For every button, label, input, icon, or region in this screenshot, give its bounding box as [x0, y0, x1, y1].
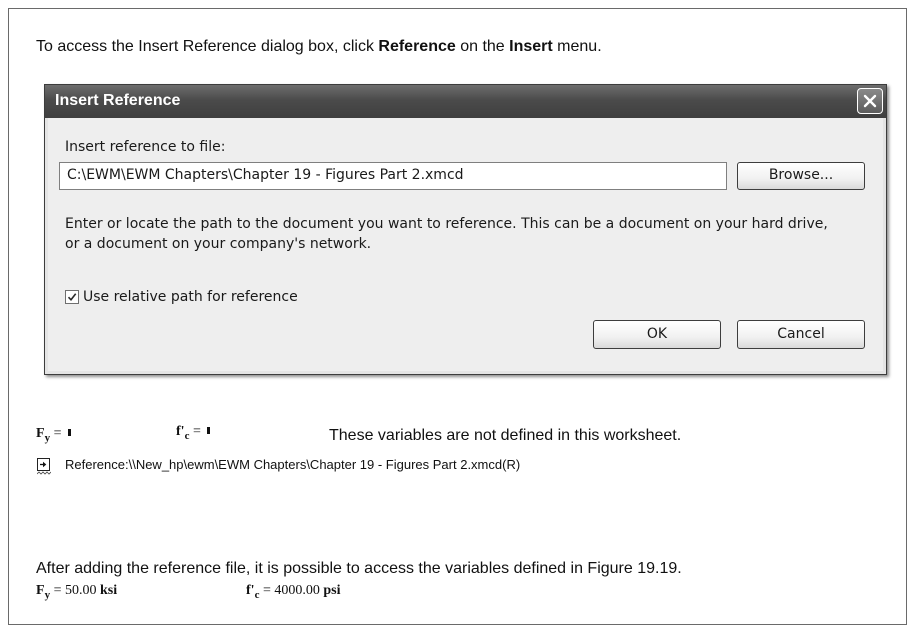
after-reference-text: After adding the reference file, it is p…	[36, 560, 682, 577]
equals-sign: =	[189, 424, 205, 439]
fc-defined-expression[interactable]: f'c = 4000.00 psi	[246, 583, 340, 601]
equals-sign: =	[50, 426, 65, 441]
undefined-variables-message: These variables are not defined in this …	[329, 427, 682, 444]
close-button[interactable]	[857, 88, 883, 114]
fy-value: 50.00	[64, 583, 97, 598]
fy-defined-expression[interactable]: Fy = 50.00 ksi	[36, 583, 117, 601]
fy-symbol: F	[36, 583, 45, 598]
fc-undefined-expression[interactable]: f'c =	[176, 424, 211, 442]
dialog-titlebar[interactable]: Insert Reference	[45, 85, 886, 118]
intro-text-2: on the	[455, 38, 510, 55]
fy-undefined-expression[interactable]: Fy =	[36, 426, 71, 444]
empty-placeholder	[67, 429, 71, 436]
intro-text-1: To access the Insert Reference dialog bo…	[36, 38, 379, 55]
fc-symbol: f'	[176, 424, 185, 439]
relative-path-label: Use relative path for reference	[83, 289, 298, 305]
fc-symbol: f'	[246, 583, 255, 598]
insert-reference-dialog: Insert Reference Insert reference to fil…	[44, 84, 887, 375]
intro-instruction: To access the Insert Reference dialog bo…	[36, 38, 602, 56]
browse-button[interactable]: Browse...	[737, 162, 865, 190]
empty-placeholder	[207, 427, 211, 434]
checkmark-icon	[67, 293, 77, 302]
reference-arrow-icon[interactable]	[37, 458, 50, 471]
equals-sign: =	[50, 583, 65, 598]
insert-reference-label: Insert reference to file:	[65, 139, 226, 155]
reference-path-text[interactable]: Reference:\\New_hp\ewm\EWM Chapters\Chap…	[65, 457, 520, 472]
relative-path-checkbox[interactable]	[65, 290, 79, 304]
fy-symbol: F	[36, 426, 45, 441]
fy-unit: ksi	[99, 583, 118, 598]
intro-text-3: menu.	[552, 38, 602, 55]
intro-reference-keyword: Reference	[378, 38, 456, 55]
close-icon	[863, 94, 877, 108]
dialog-title: Insert Reference	[55, 92, 181, 109]
fc-unit: psi	[323, 583, 341, 598]
squiggle-underline-icon	[37, 471, 51, 475]
intro-insert-keyword: Insert	[509, 38, 553, 55]
fc-value: 4000.00	[274, 583, 320, 598]
dialog-body: Insert reference to file: C:\EWM\EWM Cha…	[48, 118, 883, 371]
cancel-button[interactable]: Cancel	[737, 320, 865, 349]
equals-sign: =	[259, 583, 275, 598]
dialog-description: Enter or locate the path to the document…	[65, 216, 828, 252]
reference-path-input[interactable]: C:\EWM\EWM Chapters\Chapter 19 - Figures…	[59, 162, 727, 190]
ok-button[interactable]: OK	[593, 320, 721, 349]
